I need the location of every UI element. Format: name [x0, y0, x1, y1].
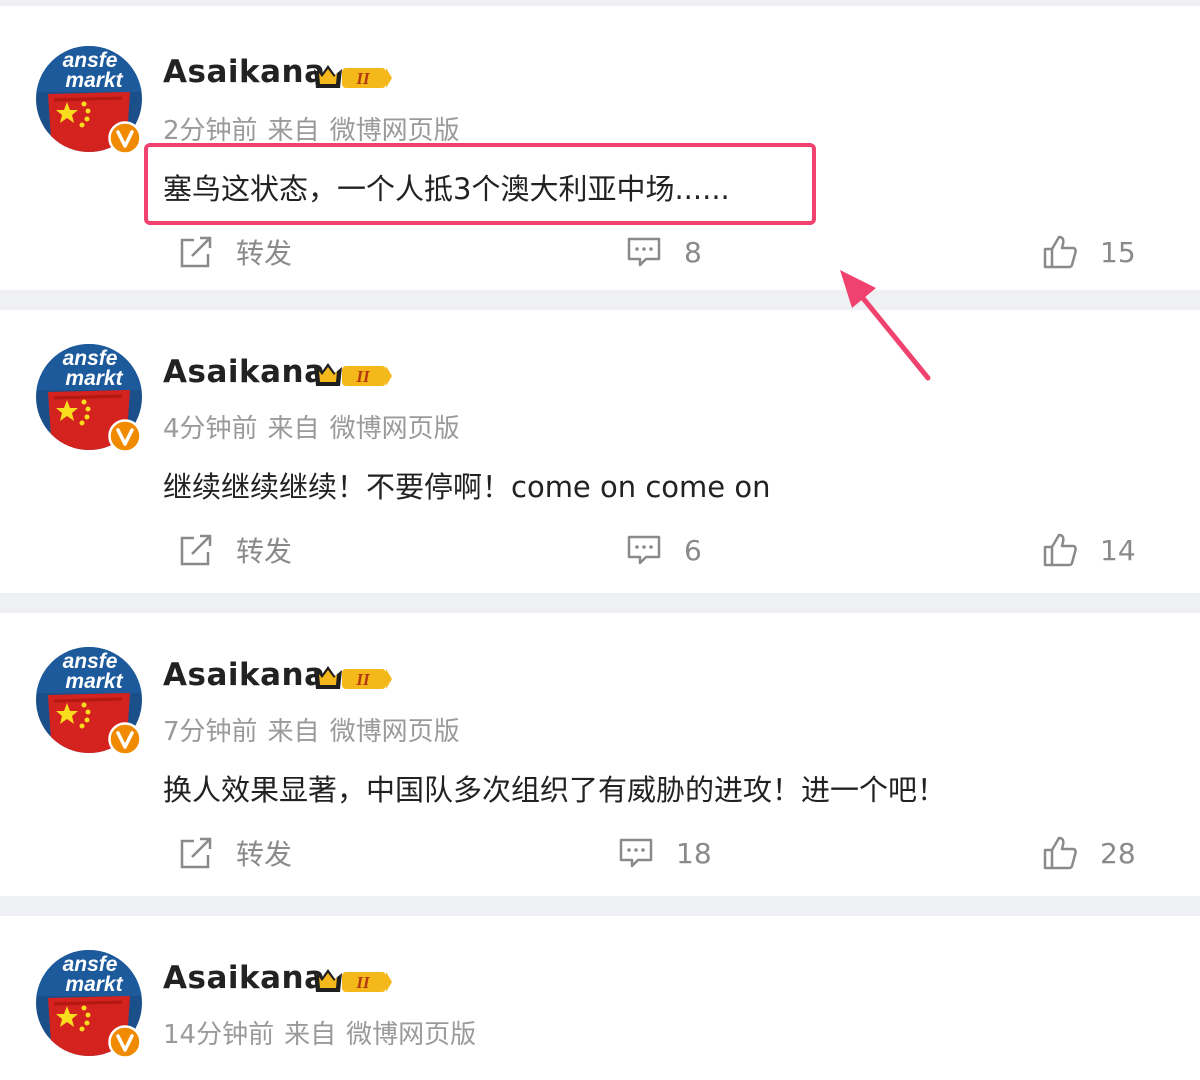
like-button[interactable]: 28: [1042, 833, 1136, 873]
from-label: 来自: [284, 1020, 337, 1050]
vip-level: II: [355, 69, 371, 88]
comment-icon: [627, 237, 661, 267]
comment-count: 8: [684, 235, 702, 269]
post-time: 14分钟前: [163, 1020, 275, 1050]
repost-button[interactable]: 转发: [178, 530, 292, 570]
like-icon: [1043, 533, 1077, 567]
like-button[interactable]: 14: [1042, 530, 1136, 570]
post-content: 换人效果显著，中国队多次组织了有威胁的进攻！进一个吧！: [163, 773, 947, 807]
repost-icon: [180, 837, 212, 869]
post-meta: 4分钟前 来自 微博网页版: [163, 408, 470, 445]
post-meta: 7分钟前 来自 微博网页版: [163, 711, 470, 748]
vip-badge[interactable]: II: [312, 964, 394, 998]
avatar-text-line2: markt: [65, 367, 123, 390]
verified-v-icon: [108, 1025, 142, 1059]
post-source[interactable]: 微博网页版: [346, 1020, 476, 1050]
repost-icon: [180, 534, 212, 566]
feed-separator: [0, 290, 1200, 310]
repost-button[interactable]: 转发: [178, 833, 292, 873]
comment-button[interactable]: 6: [626, 530, 702, 570]
username[interactable]: Asaikana: [163, 657, 326, 693]
post-card: ansfe markt Asaikana II 14分钟前 来自 微博网页版: [0, 916, 1200, 1080]
vip-level: II: [355, 670, 371, 689]
comment-icon: [619, 838, 653, 868]
post-source[interactable]: 微博网页版: [330, 414, 460, 444]
comment-count: 6: [684, 533, 702, 567]
avatar-text-line2: markt: [65, 973, 123, 996]
feed-separator: [0, 896, 1200, 916]
weibo-comment-feed: ansfe markt Asaikana II 2分钟前 来自 微博网页版 塞鸟这状…: [0, 0, 1200, 1080]
avatar-text-line2: markt: [65, 69, 123, 92]
repost-icon: [180, 236, 212, 268]
post-source[interactable]: 微博网页版: [330, 116, 460, 146]
vip-level: II: [355, 367, 371, 386]
post-source[interactable]: 微博网页版: [330, 717, 460, 747]
like-count: 15: [1100, 235, 1136, 269]
from-label: 来自: [267, 116, 320, 146]
like-button[interactable]: 15: [1042, 232, 1136, 272]
annotation-arrow-icon: [840, 270, 931, 381]
repost-label: 转发: [236, 237, 293, 270]
post-time: 7分钟前: [163, 717, 258, 747]
username[interactable]: Asaikana: [163, 960, 326, 996]
like-icon: [1043, 235, 1077, 269]
post-card: ansfe markt Asaikana II 7分钟前 来自 微博网页版 换人效果…: [0, 613, 1200, 896]
from-label: 来自: [267, 414, 320, 444]
comment-icon: [627, 535, 661, 565]
highlight-box: [144, 143, 816, 225]
like-icon: [1043, 836, 1077, 870]
post-content: 继续继续继续！不要停啊！come on come on: [163, 470, 771, 504]
feed-separator: [0, 593, 1200, 613]
repost-label: 转发: [236, 838, 293, 871]
post-time: 4分钟前: [163, 414, 258, 444]
vip-level: II: [355, 973, 371, 992]
like-count: 14: [1100, 533, 1136, 567]
from-label: 来自: [267, 717, 320, 747]
vip-badge[interactable]: II: [312, 60, 394, 94]
comment-count: 18: [676, 836, 712, 870]
post-time: 2分钟前: [163, 116, 258, 146]
vip-badge[interactable]: II: [312, 358, 394, 392]
post-meta: 2分钟前 来自 微博网页版: [163, 110, 470, 147]
like-count: 28: [1100, 836, 1136, 870]
username[interactable]: Asaikana: [163, 354, 326, 390]
verified-v-icon: [108, 419, 142, 453]
post-meta: 14分钟前 来自 微博网页版: [163, 1014, 486, 1051]
username[interactable]: Asaikana: [163, 54, 326, 90]
verified-v-icon: [108, 722, 142, 756]
repost-button[interactable]: 转发: [178, 232, 292, 272]
avatar-text-line2: markt: [65, 670, 123, 693]
post-card: ansfe markt Asaikana II 4分钟前 来自 微博网页版 继续继续…: [0, 310, 1200, 593]
comment-button[interactable]: 8: [626, 232, 702, 272]
comment-button[interactable]: 18: [618, 833, 712, 873]
vip-badge[interactable]: II: [312, 661, 394, 695]
verified-v-icon: [108, 121, 142, 155]
repost-label: 转发: [236, 535, 293, 568]
